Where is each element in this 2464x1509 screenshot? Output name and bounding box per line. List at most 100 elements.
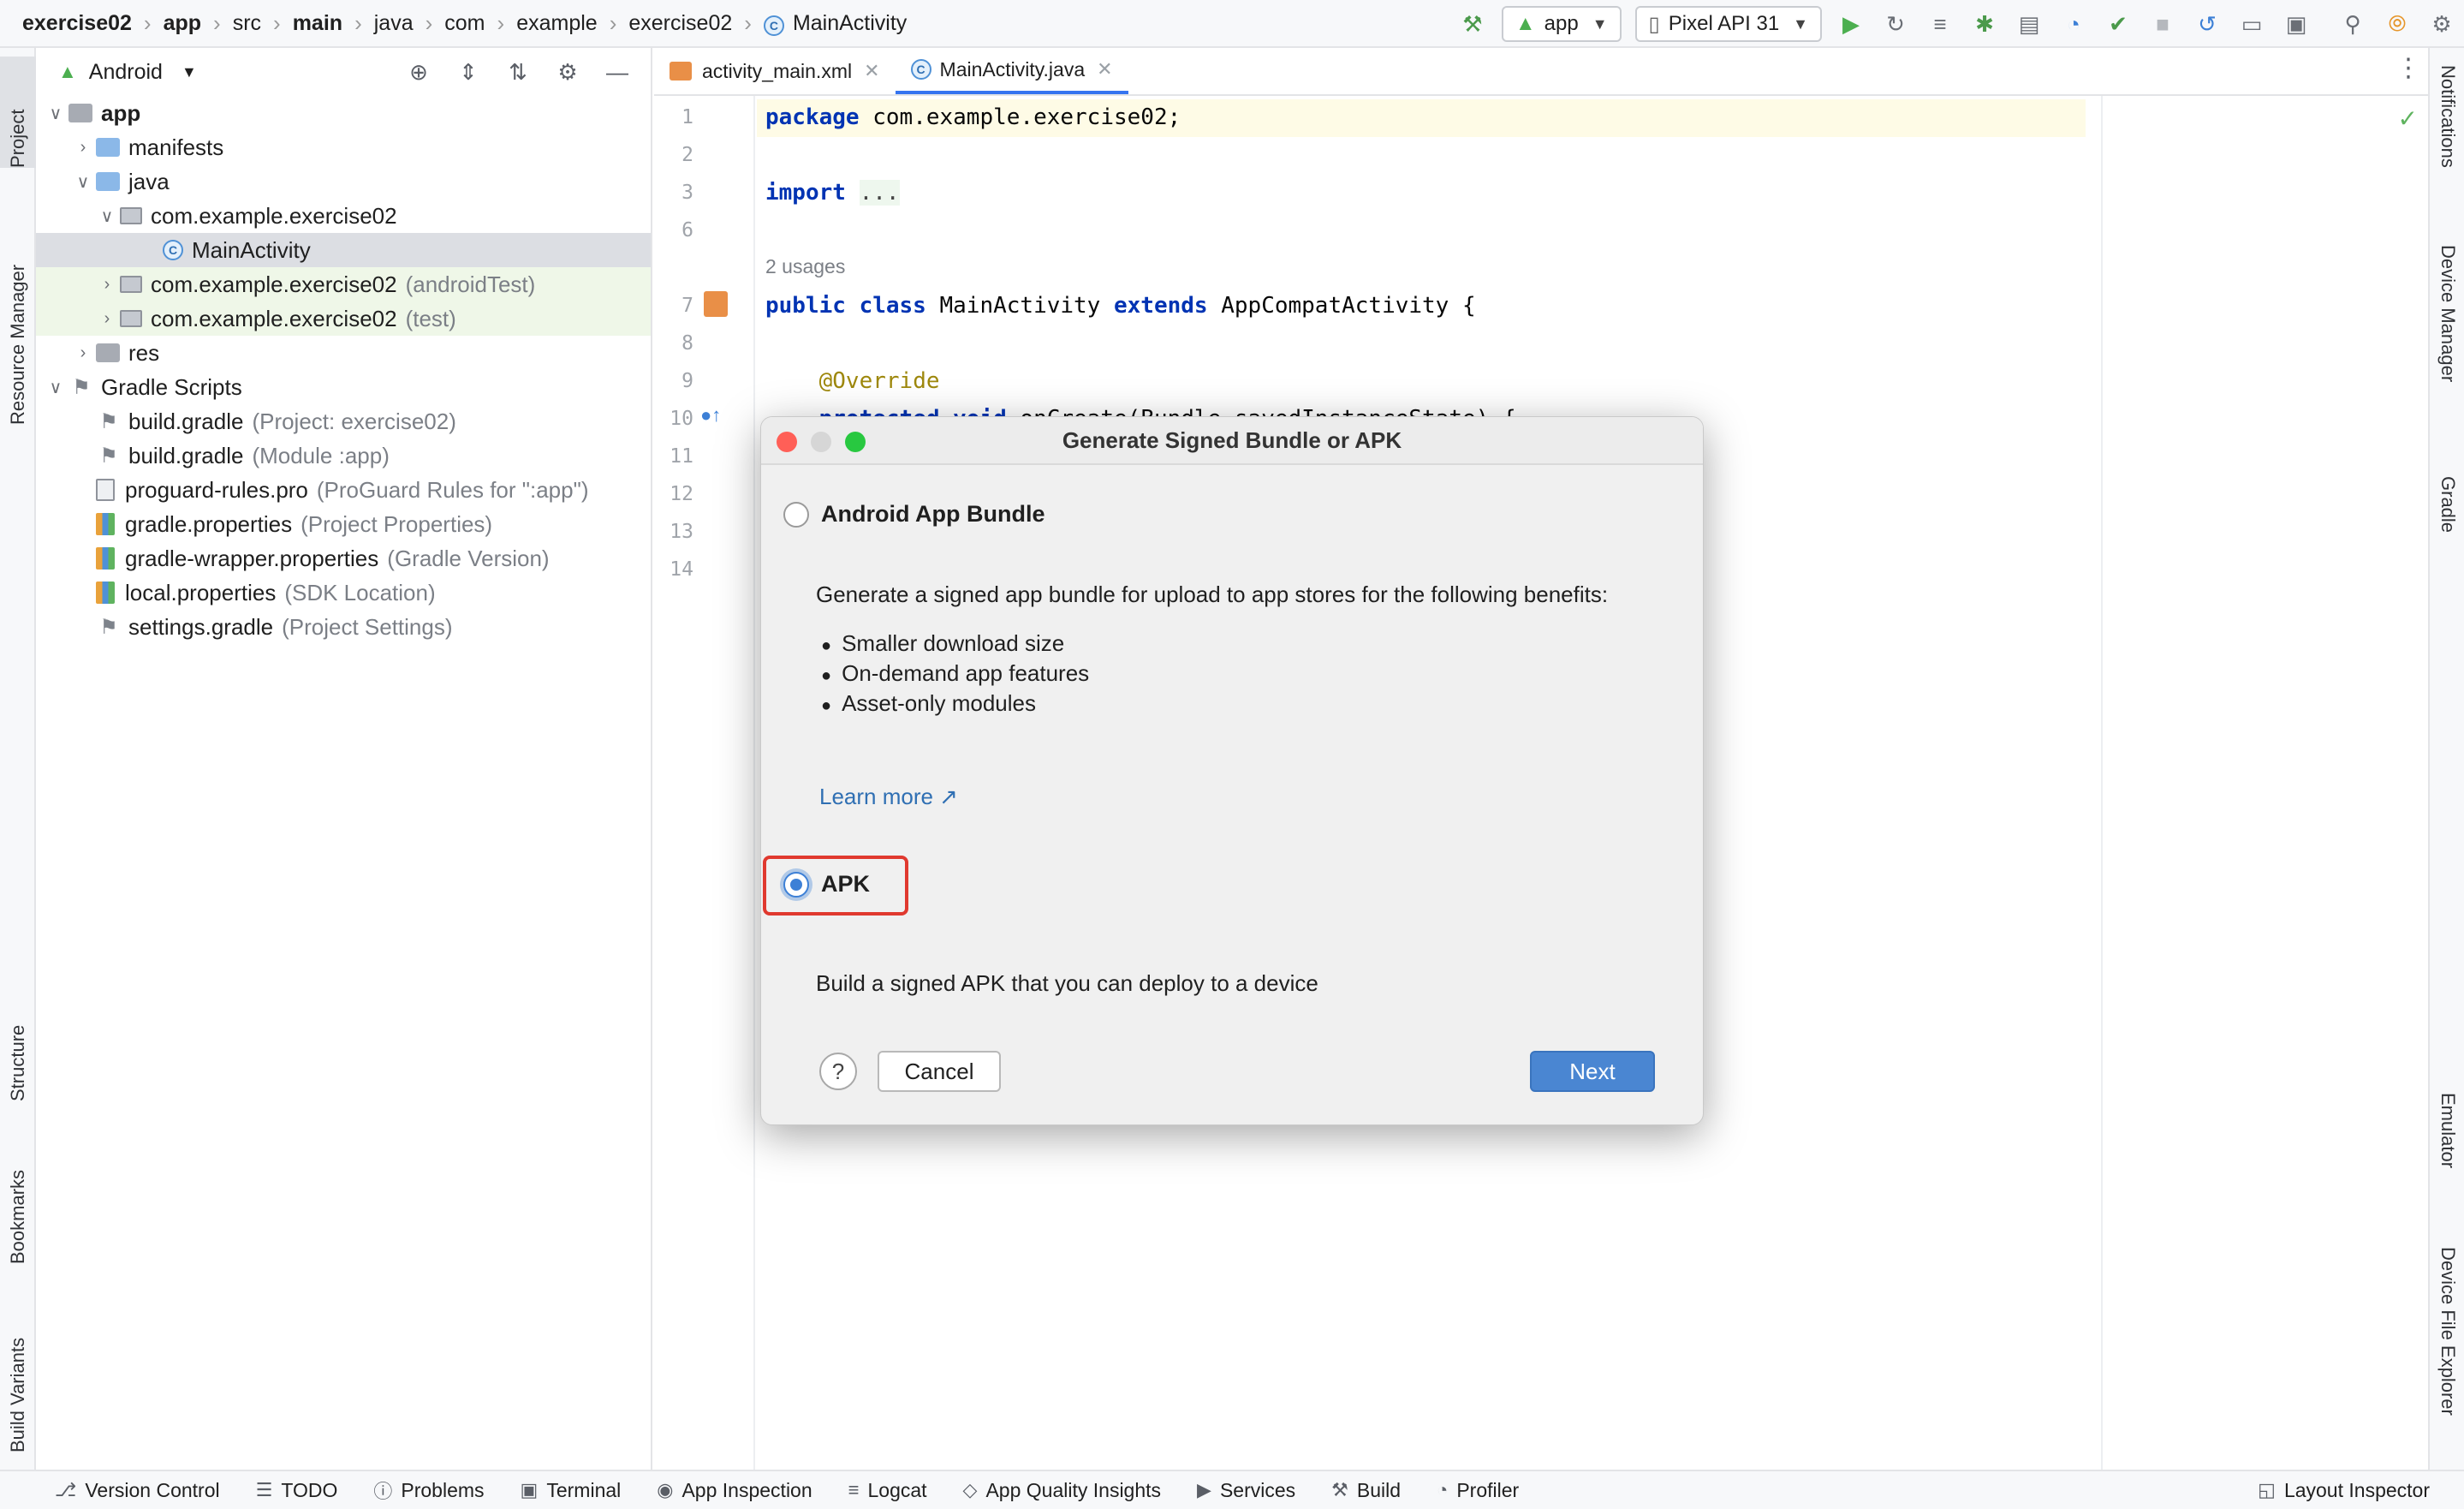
tool-window-version-control[interactable]: ⎇ Version Control	[55, 1479, 220, 1502]
radio-circle-selected[interactable]	[783, 871, 809, 898]
gradle-icon: ⚑	[72, 375, 91, 399]
tree-item[interactable]: › res	[36, 336, 651, 370]
tool-window-app-inspection[interactable]: ◉ App Inspection	[657, 1479, 812, 1502]
breadcrumb-item[interactable]: main	[289, 11, 346, 36]
tree-item[interactable]: ∨ ⚑ Gradle Scripts	[36, 370, 651, 404]
settings-icon[interactable]: ⚙	[2425, 7, 2459, 41]
breadcrumb-item[interactable]: C MainActivity	[760, 11, 910, 36]
breadcrumb-item[interactable]: example	[513, 11, 601, 36]
tool-window-bookmarks[interactable]: Bookmarks	[0, 1127, 36, 1264]
chevron-right-icon[interactable]: ›	[94, 309, 120, 329]
tool-window-terminal[interactable]: ▣ Terminal	[521, 1479, 622, 1502]
breadcrumb-item[interactable]: app	[160, 11, 205, 36]
tool-window-build[interactable]: ⚒ Build	[1331, 1479, 1401, 1502]
locate-icon[interactable]: ⊕	[404, 55, 433, 89]
build-hammer-icon[interactable]: ⚒	[1455, 7, 1490, 41]
tool-window-services[interactable]: ▶ Services	[1197, 1479, 1295, 1502]
apply-code-changes-icon[interactable]: ≡	[1923, 7, 1957, 41]
radio-apk[interactable]: APK	[783, 871, 870, 898]
next-button[interactable]: Next	[1530, 1051, 1655, 1092]
more-options-icon[interactable]: ⋮	[2396, 53, 2421, 83]
tool-window-problems[interactable]: ⓘ Problems	[373, 1476, 484, 1504]
tree-item[interactable]: ⚑ build.gradle (Project: exercise02)	[36, 404, 651, 438]
close-icon[interactable]: ✕	[1097, 58, 1112, 81]
radio-circle[interactable]	[783, 501, 809, 528]
coverage-icon[interactable]: ▤	[2012, 7, 2046, 41]
close-icon[interactable]: ✕	[864, 60, 879, 82]
tool-window-app-quality-insights[interactable]: ◇ App Quality Insights	[963, 1479, 1161, 1502]
collapse-all-icon[interactable]: ⇅	[503, 55, 533, 89]
tool-window-structure[interactable]: Structure	[0, 973, 36, 1101]
tree-item[interactable]: › com.example.exercise02 (test)	[36, 301, 651, 336]
tree-item[interactable]: gradle.properties (Project Properties)	[36, 507, 651, 541]
tab-main-activity-java[interactable]: C MainActivity.java ✕	[895, 48, 1128, 94]
tool-window-gradle[interactable]: Gradle	[2430, 476, 2464, 596]
tool-window-resource-manager[interactable]: Resource Manager	[0, 194, 36, 425]
tool-window-emulator[interactable]: Emulator	[2430, 1093, 2464, 1221]
tool-window-logcat[interactable]: ≡ Logcat	[848, 1479, 927, 1502]
breadcrumb-item[interactable]: exercise02	[19, 11, 135, 36]
attach-debugger-icon[interactable]: ✔	[2101, 7, 2135, 41]
tool-window-layout-inspector[interactable]: ◱ Layout Inspector	[2258, 1479, 2430, 1502]
chevron-down-icon[interactable]: ∨	[94, 206, 120, 227]
chevron-right-icon[interactable]: ›	[70, 138, 96, 158]
tree-item[interactable]: proguard-rules.pro (ProGuard Rules for ":…	[36, 473, 651, 507]
tree-item[interactable]: ⚑ settings.gradle (Project Settings)	[36, 610, 651, 644]
stop-icon[interactable]: ■	[2146, 7, 2180, 41]
chevron-down-icon[interactable]: ∨	[70, 171, 96, 193]
chevron-down-icon[interactable]: ∨	[43, 103, 68, 124]
tool-window-project[interactable]: Project	[0, 57, 36, 168]
device-manager-icon[interactable]: ▭	[2235, 7, 2269, 41]
close-window-button[interactable]	[777, 432, 797, 452]
tree-item[interactable]: › com.example.exercise02 (androidTest)	[36, 267, 651, 301]
help-button[interactable]: ?	[819, 1053, 857, 1090]
device-select[interactable]: ▯ Pixel API 31 ▼	[1634, 6, 1822, 42]
tool-window-device-file-explorer[interactable]: Device File Explorer	[2430, 1247, 2464, 1461]
tool-window-device-manager[interactable]: Device Manager	[2430, 245, 2464, 468]
breadcrumb-item[interactable]: com	[441, 11, 488, 36]
tool-window-notifications[interactable]: Notifications	[2430, 65, 2464, 236]
tool-window-build-variants[interactable]: Build Variants	[0, 1290, 36, 1452]
tree-item[interactable]: ∨ com.example.exercise02	[36, 199, 651, 233]
tree-item[interactable]: ⚑ build.gradle (Module :app)	[36, 438, 651, 473]
tree-item[interactable]: › manifests	[36, 130, 651, 164]
search-icon[interactable]: ⚲	[2336, 7, 2370, 41]
chevron-down-icon: ▼	[181, 63, 197, 81]
tab-activity-main-xml[interactable]: activity_main.xml ✕	[654, 48, 896, 94]
package-icon	[120, 310, 142, 327]
breadcrumb-item[interactable]: java	[371, 11, 417, 36]
update-icon[interactable]: ⦾	[2380, 7, 2414, 41]
radio-android-app-bundle[interactable]: Android App Bundle	[783, 501, 1045, 528]
usages-hint[interactable]: 2 usages	[765, 255, 845, 278]
hide-icon[interactable]: —	[603, 55, 632, 89]
chevron-right-icon[interactable]: ›	[70, 343, 96, 363]
learn-more-link[interactable]: Learn more ↗	[819, 784, 958, 810]
tree-item[interactable]: local.properties (SDK Location)	[36, 576, 651, 610]
sdk-manager-icon[interactable]: ▣	[2279, 7, 2313, 41]
tree-item[interactable]: gradle-wrapper.properties (Gradle Version…	[36, 541, 651, 576]
profile-icon[interactable]: ◔	[2056, 7, 2091, 41]
tree-item[interactable]: C MainActivity	[36, 233, 651, 267]
folded-imports[interactable]: ...	[859, 180, 900, 206]
zoom-window-button[interactable]	[845, 432, 866, 452]
tool-window-profiler[interactable]: ◔ Profiler	[1437, 1479, 1519, 1502]
apply-changes-icon[interactable]: ↻	[1878, 7, 1913, 41]
chevron-down-icon[interactable]: ∨	[43, 377, 68, 398]
override-gutter-icon[interactable]: ●↑	[700, 404, 721, 426]
chevron-right-icon[interactable]: ›	[94, 275, 120, 295]
expand-all-icon[interactable]: ⇕	[454, 55, 483, 89]
cancel-button[interactable]: Cancel	[878, 1051, 1001, 1092]
tool-window-label: TODO	[281, 1478, 338, 1501]
sync-gradle-icon[interactable]: ↺	[2190, 7, 2224, 41]
breadcrumb-item[interactable]: src	[229, 11, 265, 36]
breadcrumb-item[interactable]: exercise02	[625, 11, 735, 36]
gear-icon[interactable]: ⚙	[553, 55, 582, 89]
run-configuration-select[interactable]: ▲ app ▼	[1501, 6, 1622, 42]
activity-gutter-icon[interactable]	[704, 291, 728, 317]
tool-window-todo[interactable]: ☰ TODO	[256, 1479, 338, 1502]
tree-item[interactable]: ∨ app	[36, 96, 651, 130]
minimize-window-button[interactable]	[811, 432, 831, 452]
run-icon[interactable]: ▶	[1834, 7, 1868, 41]
tree-item[interactable]: ∨ java	[36, 164, 651, 199]
debug-icon[interactable]: ✱	[1967, 7, 2002, 41]
